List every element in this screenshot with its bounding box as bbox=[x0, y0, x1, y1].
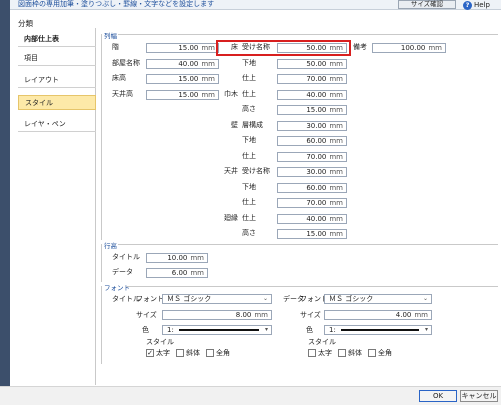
title-color-select[interactable]: 1: ▾ bbox=[162, 325, 272, 335]
remarks-width-input[interactable]: 100.00 mm bbox=[372, 43, 446, 53]
wall-base-label: 下地 bbox=[242, 136, 256, 144]
data-color-label: 色 bbox=[306, 326, 313, 334]
crown-molding-height-label: 高さ bbox=[242, 229, 256, 237]
dialog-description: 図面枠の専用加筆・塗りつぶし・罫線・文字などを設定します bbox=[18, 0, 215, 8]
data-color-select[interactable]: 1: ▾ bbox=[324, 325, 432, 335]
data-fullwidth-checkbox[interactable]: 全角 bbox=[368, 348, 392, 358]
floor-width-input[interactable]: 15.00 mm bbox=[146, 43, 219, 53]
crown-molding-category-label: 廻縁 bbox=[224, 214, 238, 222]
help-button[interactable]: ? Help bbox=[463, 0, 490, 10]
ceiling-category-label: 天井 bbox=[224, 167, 238, 175]
baseboard-height-label: 高さ bbox=[242, 105, 256, 113]
data-size-input[interactable]: 4.00 mm bbox=[324, 310, 432, 320]
ceiling-receiver-name-input[interactable]: 30.00 mm bbox=[277, 167, 347, 177]
ceiling-base-input[interactable]: 60.00 mm bbox=[277, 183, 347, 193]
wall-finish-input[interactable]: 70.00 mm bbox=[277, 152, 347, 162]
cancel-button[interactable]: キャンセル bbox=[460, 390, 498, 402]
category-nav: 内部仕上表 項目 レイアウト スタイル レイヤ・ペン bbox=[15, 28, 96, 385]
column-width-group-label: 列幅 bbox=[104, 32, 117, 40]
nav-item-items[interactable]: 項目 bbox=[18, 51, 96, 66]
crown-molding-finish-input[interactable]: 40.00 mm bbox=[277, 214, 347, 224]
ceiling-finish-input[interactable]: 70.00 mm bbox=[277, 198, 347, 208]
title-size-label: サイズ bbox=[136, 311, 157, 319]
ok-button[interactable]: OK bbox=[419, 390, 457, 402]
nav-item-layout[interactable]: レイアウト bbox=[18, 73, 96, 88]
ceiling-finish-label: 仕上 bbox=[242, 198, 256, 206]
title-font-select[interactable]: ＭＳ ゴシック ⌄ bbox=[162, 294, 272, 304]
title-row-height-label: タイトル bbox=[112, 253, 140, 261]
row-height-group-label: 行高 bbox=[104, 242, 117, 250]
ceiling-height-label: 天井高 bbox=[112, 90, 133, 98]
font-group-label: フォント bbox=[104, 284, 130, 292]
nav-item-layer-pen[interactable]: レイヤ・ペン bbox=[18, 117, 96, 132]
highlight-box bbox=[216, 40, 351, 56]
crown-molding-height-input[interactable]: 15.00 mm bbox=[277, 229, 347, 239]
title-italic-checkbox[interactable]: 斜体 bbox=[176, 348, 200, 358]
data-row-height-label: データ bbox=[112, 268, 133, 276]
size-check-button[interactable]: サイズ確認 bbox=[398, 0, 456, 9]
floor-base-label: 下地 bbox=[242, 59, 256, 67]
color-line-swatch bbox=[179, 329, 259, 331]
data-row-height-input[interactable]: 6.00 mm bbox=[146, 268, 208, 278]
chevron-down-icon: ⌄ bbox=[422, 295, 428, 302]
baseboard-height-input[interactable]: 15.00 mm bbox=[277, 105, 347, 115]
title-bold-checkbox[interactable]: ✓ 太字 bbox=[146, 348, 170, 358]
group-border bbox=[101, 34, 102, 240]
floor-height-width-input[interactable]: 15.00 mm bbox=[146, 74, 219, 84]
data-italic-checkbox[interactable]: 斜体 bbox=[338, 348, 362, 358]
dropdown-arrow-icon: ▾ bbox=[264, 326, 268, 333]
title-font-label: フォント bbox=[136, 295, 164, 303]
data-bold-checkbox[interactable]: 太字 bbox=[308, 348, 332, 358]
app-side-strip bbox=[0, 0, 10, 405]
title-style-label: スタイル bbox=[146, 338, 174, 346]
nav-item-interior-finish-table[interactable]: 内部仕上表 bbox=[18, 32, 96, 47]
help-icon: ? bbox=[463, 0, 472, 10]
floor-height-label: 床高 bbox=[112, 74, 126, 82]
checkmark-icon: ✓ bbox=[146, 349, 154, 357]
data-style-label: スタイル bbox=[308, 338, 336, 346]
remarks-label: 備考 bbox=[353, 43, 367, 51]
ceiling-base-label: 下地 bbox=[242, 183, 256, 191]
ceiling-receiver-name-label: 受け名称 bbox=[242, 167, 270, 175]
baseboard-finish-label: 仕上 bbox=[242, 90, 256, 98]
floor-base-input[interactable]: 50.00 mm bbox=[277, 59, 347, 69]
group-divider bbox=[118, 244, 498, 245]
floor-label: 階 bbox=[112, 43, 119, 51]
title-fullwidth-checkbox[interactable]: 全角 bbox=[206, 348, 230, 358]
group-border bbox=[101, 244, 102, 282]
floor-finish-label: 仕上 bbox=[242, 74, 256, 82]
group-border bbox=[101, 286, 102, 364]
data-font-select[interactable]: ＭＳ ゴシック ⌄ bbox=[324, 294, 432, 304]
room-name-label: 部屋名称 bbox=[112, 59, 140, 67]
floor-finish-input[interactable]: 70.00 mm bbox=[277, 74, 347, 84]
ceiling-height-width-input[interactable]: 15.00 mm bbox=[146, 90, 219, 100]
wall-category-label: 壁 bbox=[231, 121, 238, 129]
color-line-swatch bbox=[341, 329, 419, 331]
crown-molding-finish-label: 仕上 bbox=[242, 214, 256, 222]
group-divider bbox=[126, 286, 498, 287]
baseboard-category-label: 巾木 bbox=[224, 90, 238, 98]
nav-item-style[interactable]: スタイル bbox=[18, 95, 96, 110]
group-divider bbox=[118, 34, 498, 35]
chevron-down-icon: ⌄ bbox=[262, 295, 268, 302]
wall-base-input[interactable]: 60.00 mm bbox=[277, 136, 347, 146]
wall-layer-input[interactable]: 30.00 mm bbox=[277, 121, 347, 131]
dropdown-arrow-icon: ▾ bbox=[424, 326, 428, 333]
wall-layer-label: 層構成 bbox=[242, 121, 263, 129]
title-size-input[interactable]: 8.00 mm bbox=[162, 310, 272, 320]
title-color-label: 色 bbox=[142, 326, 149, 334]
room-name-width-input[interactable]: 40.00 mm bbox=[146, 59, 219, 69]
title-row-height-input[interactable]: 10.00 mm bbox=[146, 253, 208, 263]
help-label: Help bbox=[474, 1, 490, 9]
data-size-label: サイズ bbox=[300, 311, 321, 319]
baseboard-finish-input[interactable]: 40.00 mm bbox=[277, 90, 347, 100]
settings-content: 列幅 階 15.00 mm 部屋名称 40.00 mm 床高 15.00 mm 天井高… bbox=[96, 28, 501, 385]
wall-finish-label: 仕上 bbox=[242, 152, 256, 160]
